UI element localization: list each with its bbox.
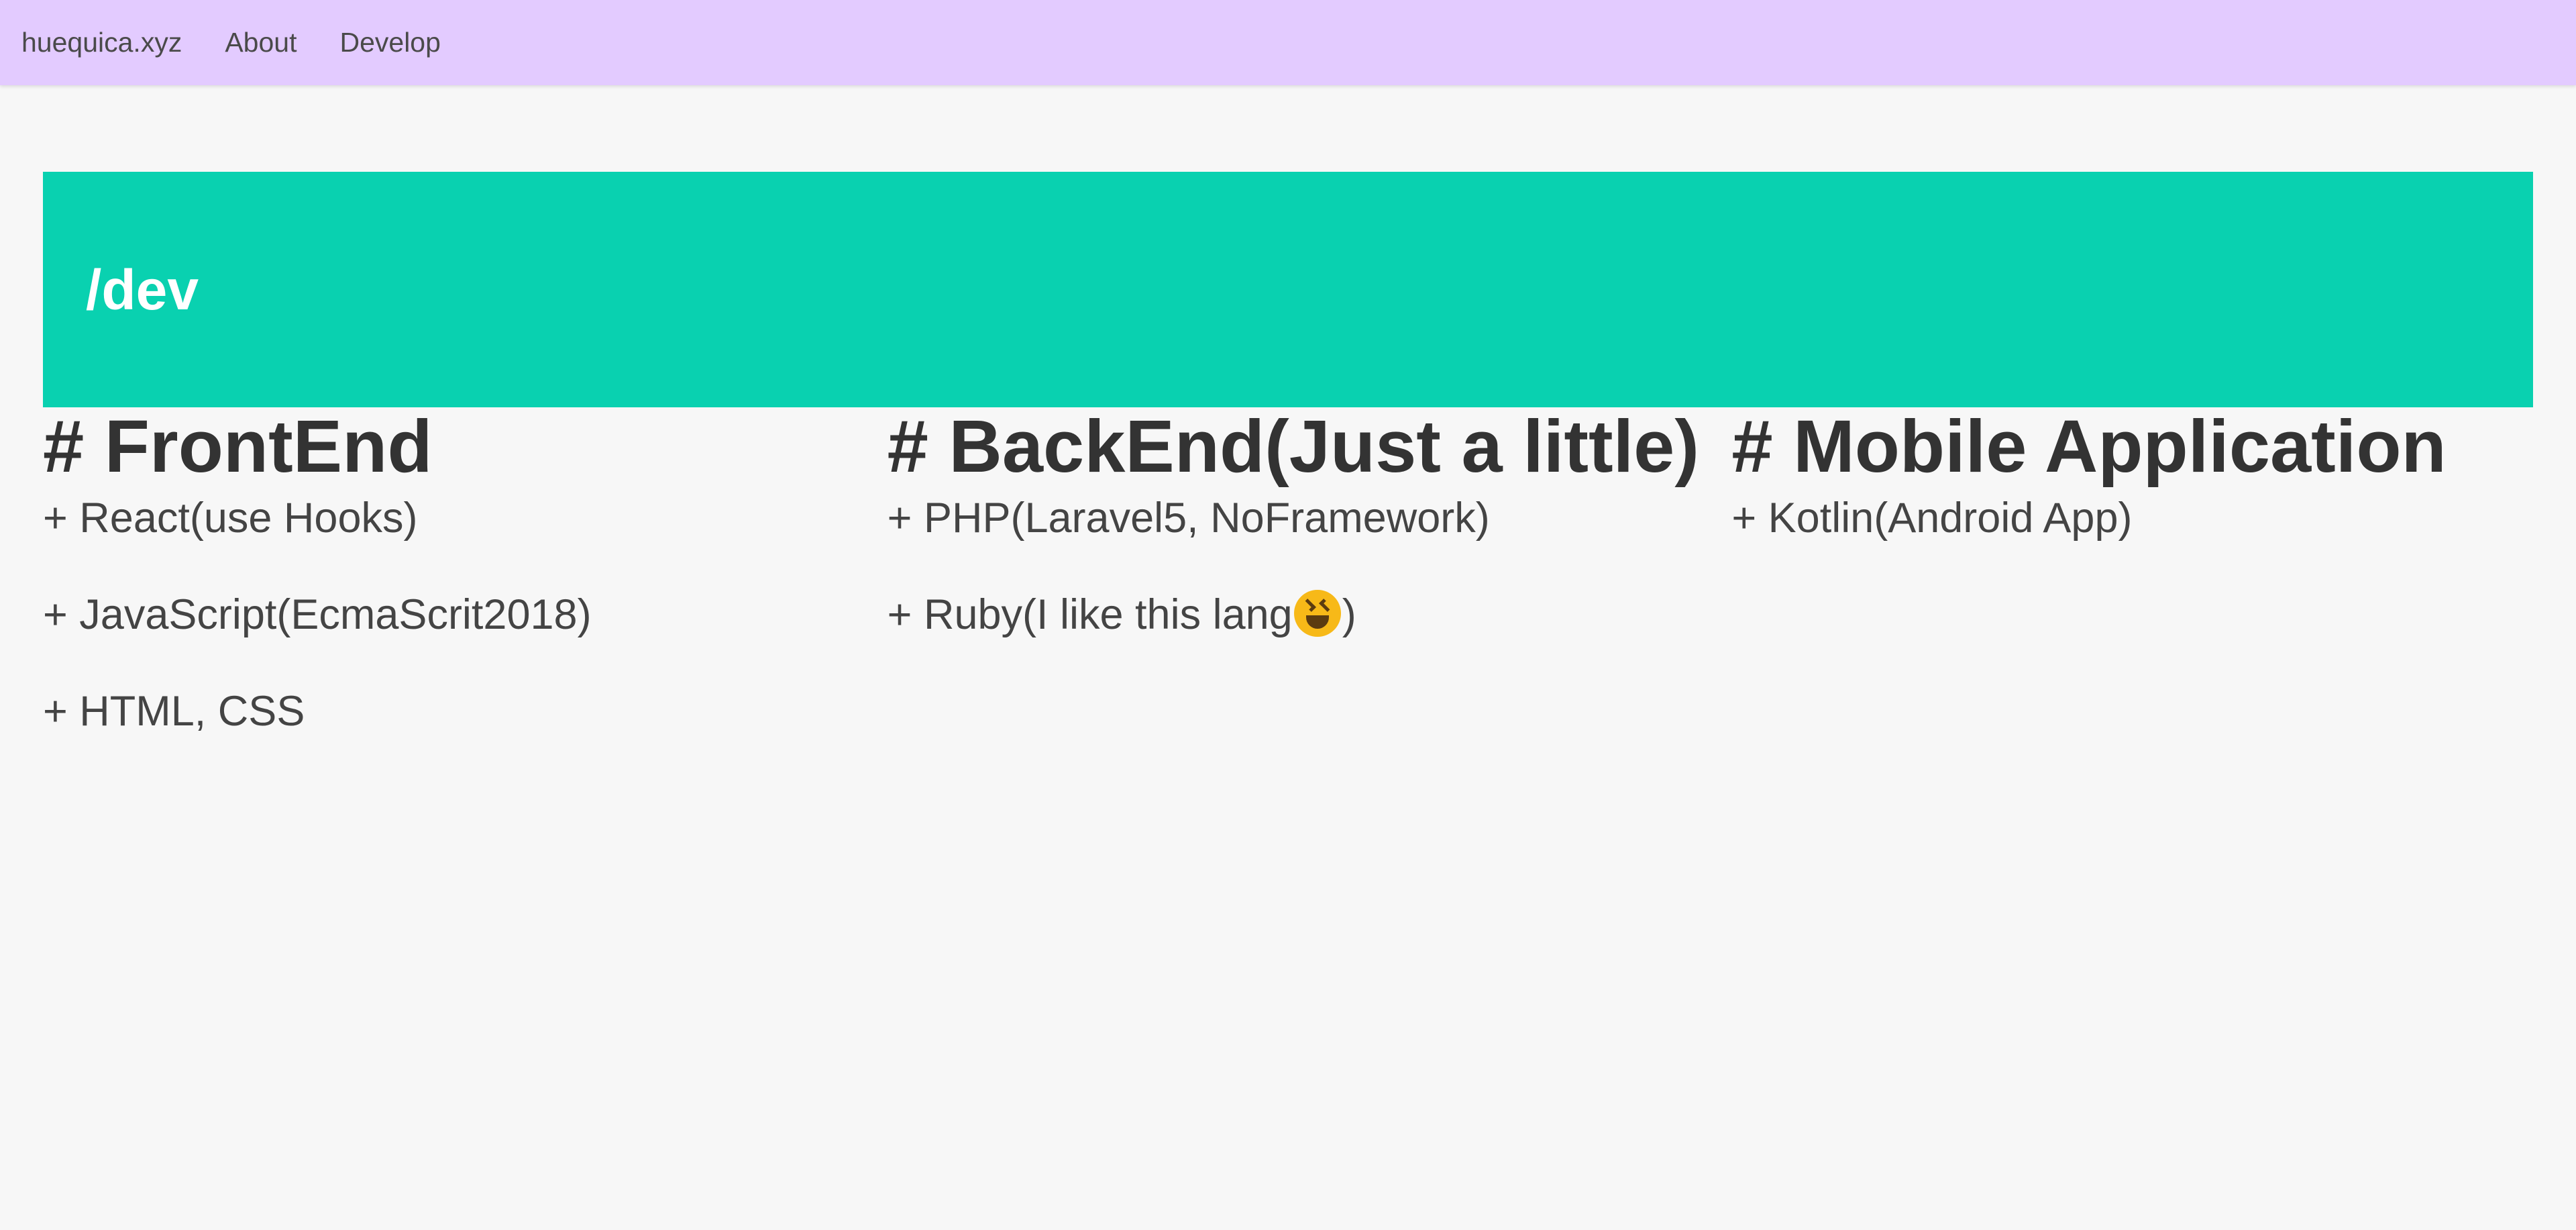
list-item: + JavaScript(EcmaScrit2018) (43, 591, 592, 638)
frontend-list: + React(use Hooks) + JavaScript(EcmaScri… (43, 491, 861, 738)
grinning-squinting-face-icon (1293, 590, 1341, 637)
backend-section: # BackEnd(Just a little) + PHP(Laravel5,… (888, 403, 1732, 781)
nav-about-link[interactable]: About (225, 29, 297, 56)
backend-list: + PHP(Laravel5, NoFramework) + Ruby(I li… (888, 491, 1705, 642)
nav-brand-link[interactable]: huequica.xyz (21, 29, 182, 56)
list-item: + React(use Hooks) (43, 495, 418, 542)
mobile-heading: # Mobile Application (1731, 405, 2447, 488)
list-item: + PHP(Laravel5, NoFramework) (887, 495, 1490, 542)
backend-heading: # BackEnd(Just a little) (887, 405, 1699, 488)
nav-develop-link[interactable]: Develop (339, 29, 440, 56)
top-navbar: huequica.xyz About Develop (0, 0, 2576, 85)
list-item-text: + Ruby(I like this lang (887, 591, 1293, 638)
frontend-heading: # FrontEnd (43, 405, 433, 488)
list-item: + Ruby(I like this lang) (888, 588, 1705, 642)
skills-columns: # FrontEnd + React(use Hooks) + JavaScri… (43, 403, 2576, 781)
list-item: + Kotlin(Android App) (1731, 495, 2133, 542)
page-title: /dev (86, 258, 199, 321)
mobile-list: + Kotlin(Android App) (1731, 491, 2549, 545)
frontend-section: # FrontEnd + React(use Hooks) + JavaScri… (43, 403, 888, 781)
hero-banner: /dev (43, 172, 2533, 407)
list-item-text-end: ) (1342, 591, 1356, 638)
list-item: + HTML, CSS (43, 688, 305, 735)
mobile-section: # Mobile Application + Kotlin(Android Ap… (1731, 403, 2576, 781)
